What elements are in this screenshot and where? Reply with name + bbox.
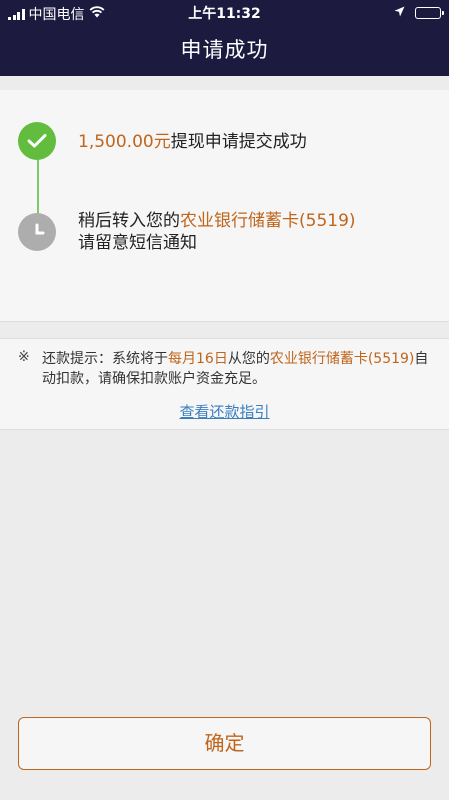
success-check-icon [18,122,56,160]
step-submitted: 1,500.00元提现申请提交成功 [78,131,307,153]
notice-prefix: 还款提示：系统将于 [42,351,168,367]
step-submitted-text: 提现申请提交成功 [170,132,307,152]
step-transfer: 稍后转入您的农业银行储蓄卡(5519) 请留意短信通知 [78,210,356,254]
status-right [394,5,444,21]
status-bar: 中国电信 上午11:32 [0,0,449,24]
withdraw-amount: 1,500.00元 [78,132,171,152]
notice-date: 每月16日 [168,351,228,367]
progress-card [0,90,449,322]
clock-icon [18,213,56,251]
notice-card: 农业银行储蓄卡(5519) [269,351,415,367]
confirm-button[interactable]: 确定 [18,717,431,770]
page-title: 申请成功 [180,38,269,62]
notice-text: 还款提示：系统将于每月16日从您的农业银行储蓄卡(5519)自动扣款，请确保扣款… [42,349,436,389]
repayment-notice: ※ 还款提示：系统将于每月16日从您的农业银行储蓄卡(5519)自动扣款，请确保… [0,338,449,430]
notice-mark-icon: ※ [18,349,30,365]
notice-middle: 从您的 [227,351,270,367]
step-transfer-prefix: 稍后转入您的 [78,211,180,231]
nav-bar: 申请成功 [0,24,449,76]
repayment-guide-link[interactable]: 查看还款指引 [0,401,449,422]
status-time: 上午11:32 [188,6,261,22]
bank-card-label: 农业银行储蓄卡(5519) [180,211,356,231]
sms-notice-text: 请留意短信通知 [78,233,197,253]
location-arrow-icon [394,5,405,21]
battery-icon [415,7,444,19]
